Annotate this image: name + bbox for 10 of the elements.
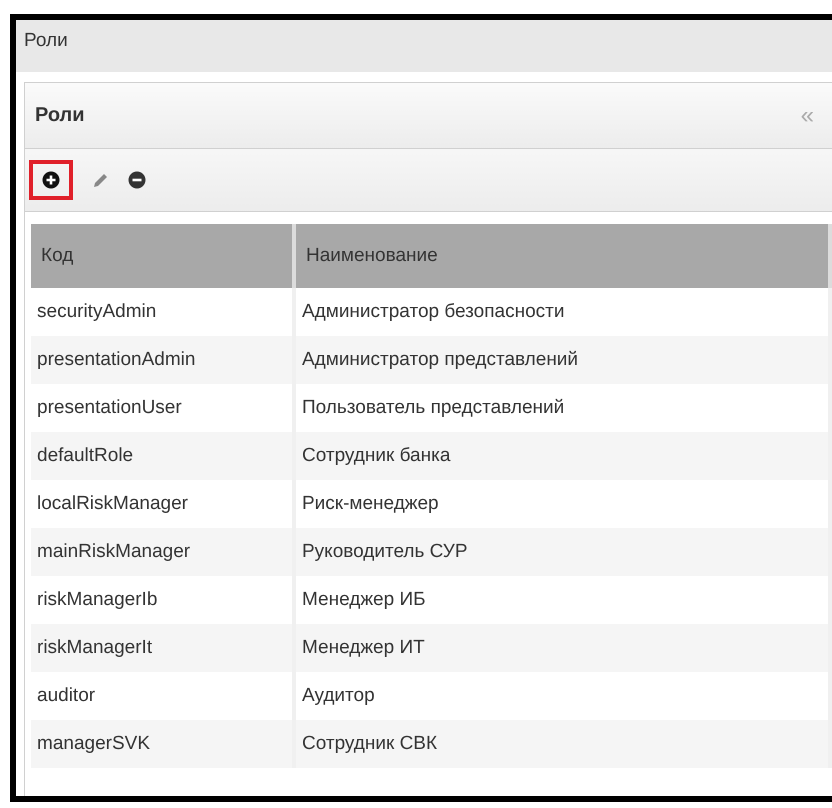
- column-header[interactable]: Код: [31, 224, 294, 288]
- pencil-icon: [92, 171, 110, 189]
- window-title: Роли: [16, 20, 832, 72]
- table-cell: Сотрудник СВК: [294, 720, 830, 768]
- table-cell: managerSVK: [31, 720, 294, 768]
- panel-title: Роли: [35, 104, 85, 127]
- add-button[interactable]: [29, 160, 73, 200]
- add-icon: [42, 171, 60, 189]
- remove-icon: [128, 171, 146, 189]
- column-header[interactable]: Наименование: [294, 224, 830, 288]
